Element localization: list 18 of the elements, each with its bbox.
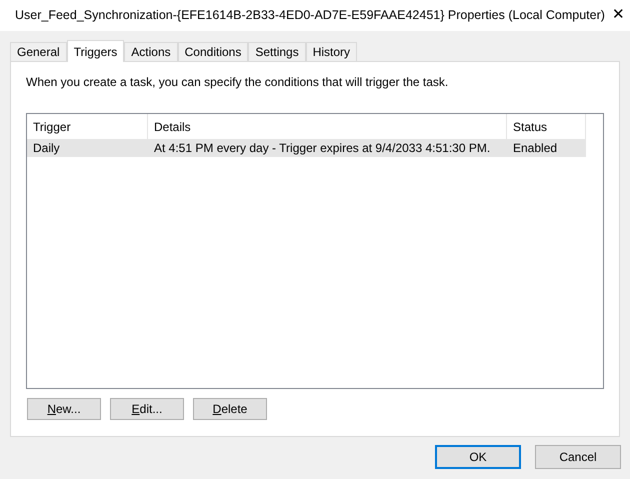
action-button[interactable]: Edit... (110, 398, 184, 420)
action-button[interactable]: New... (27, 398, 101, 420)
table-row[interactable]: Daily At 4:51 PM every day - Trigger expires at 9/4/2033 4:51:30 PM. Enabled (27, 139, 586, 157)
table-cell-text: Daily (32, 140, 61, 157)
description-text: When you create a task, you can specify the conditions that will trigger the task. (26, 74, 450, 91)
table-cell-text: Enabled (512, 140, 558, 157)
tab[interactable]: Actions (124, 42, 178, 61)
tab[interactable]: Settings (248, 42, 306, 61)
table-cell-text: At 4:51 PM every day - Trigger expires at 9/4/2033 4:51:30 PM. (153, 140, 492, 157)
tab[interactable]: History (306, 42, 358, 61)
tab[interactable]: Conditions (178, 42, 248, 61)
window-title: User_Feed_Synchronization-{EFE1614B-2B33-4ED0-AD7E-E59FAAE42451} Properties (Local Computer) (15, 7, 605, 24)
tab[interactable]: General (10, 42, 67, 61)
action-button[interactable]: Delete (193, 398, 267, 420)
dialog-button[interactable]: Cancel (535, 445, 621, 469)
dialog-button[interactable]: OK (435, 445, 521, 469)
close-button[interactable]: ✕ (612, 4, 625, 27)
tab[interactable]: Triggers (66, 40, 124, 62)
